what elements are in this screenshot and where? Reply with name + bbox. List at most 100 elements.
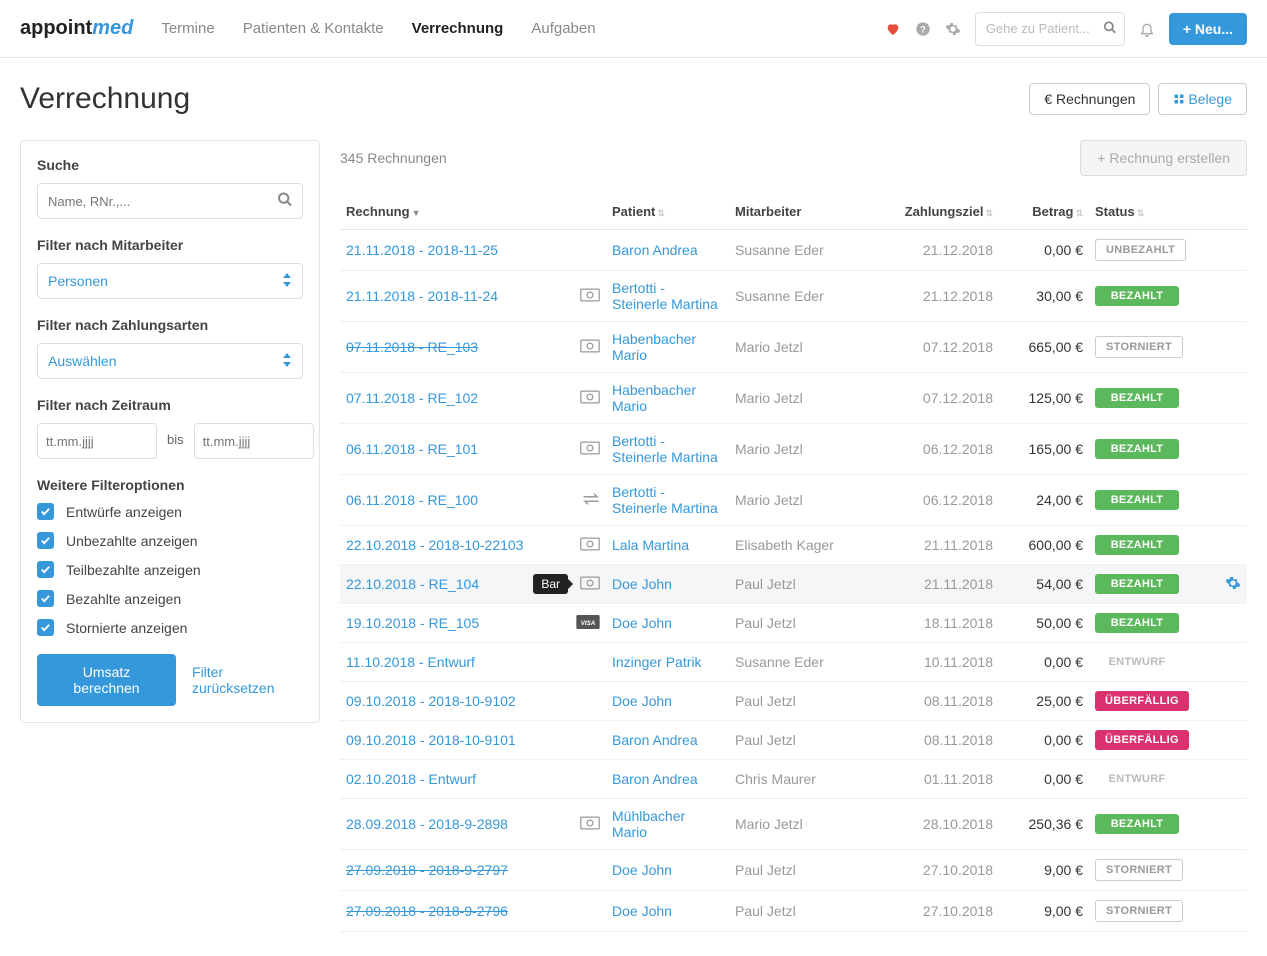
logo-part-a: appoint: [20, 17, 92, 39]
invoice-link[interactable]: 27.09.2018 - 2018-9-2796: [346, 903, 508, 919]
table-row[interactable]: 21.11.2018 - 2018-11-25 Baron Andrea Sus…: [340, 230, 1247, 271]
row-gear-icon[interactable]: [1225, 578, 1241, 594]
patient-link[interactable]: Doe John: [612, 862, 672, 878]
heart-icon[interactable]: [885, 21, 901, 37]
search-icon[interactable]: [277, 192, 293, 211]
nav-item[interactable]: Patienten & Kontakte: [243, 20, 384, 37]
nav-item[interactable]: Aufgaben: [531, 20, 595, 37]
checkbox[interactable]: [37, 532, 54, 549]
filter-search-input[interactable]: [37, 183, 303, 219]
invoice-link[interactable]: 02.10.2018 - Entwurf: [346, 771, 476, 787]
table-row[interactable]: 07.11.2018 - RE_102 Habenbacher Mario Ma…: [340, 373, 1247, 424]
table-row[interactable]: 28.09.2018 - 2018-9-2898 Mühlbacher Mari…: [340, 799, 1247, 850]
staff-name: Mario Jetzl: [735, 492, 803, 508]
logo[interactable]: appointmed: [20, 17, 133, 40]
amount: 50,00 €: [999, 604, 1089, 643]
checkbox[interactable]: [37, 619, 54, 636]
table-row[interactable]: 11.10.2018 - Entwurf Inzinger Patrik Sus…: [340, 643, 1247, 682]
invoice-table: Rechnung▼ Patient⇅ Mitarbeiter Zahlungsz…: [340, 194, 1247, 932]
checkbox[interactable]: [37, 590, 54, 607]
status-badge: BEZAHLT: [1095, 490, 1179, 510]
date-to-input[interactable]: [194, 423, 314, 459]
calculate-button[interactable]: Umsatz berechnen: [37, 654, 176, 706]
due-date: 07.12.2018: [923, 339, 993, 355]
status-badge: ENTWURF: [1095, 652, 1179, 672]
nav-item[interactable]: Termine: [161, 20, 214, 37]
patient-link[interactable]: Doe John: [612, 903, 672, 919]
main-nav: Termine Patienten & Kontakte Verrechnung Au…: [161, 20, 595, 37]
patient-link[interactable]: Baron Andrea: [612, 732, 698, 748]
table-row[interactable]: 09.10.2018 - 2018-10-9101 Baron Andrea P…: [340, 721, 1247, 760]
tab-invoices[interactable]: € Rechnungen: [1029, 83, 1150, 115]
nav-item[interactable]: Verrechnung: [412, 20, 504, 37]
invoice-link[interactable]: 06.11.2018 - RE_101: [346, 441, 478, 457]
staff-name: Paul Jetzl: [735, 862, 796, 878]
cash-icon: [580, 441, 600, 455]
amount: 0,00 €: [999, 643, 1089, 682]
th-mitarbeiter[interactable]: Mitarbeiter: [729, 194, 889, 230]
reset-filter-link[interactable]: Filter zurücksetzen: [192, 664, 303, 696]
invoice-link[interactable]: 22.10.2018 - 2018-10-22103: [346, 537, 523, 553]
patient-link[interactable]: Lala Martina: [612, 537, 689, 553]
patient-link[interactable]: Mühlbacher Mario: [612, 808, 685, 840]
bell-icon[interactable]: [1139, 21, 1155, 37]
invoice-link[interactable]: 09.10.2018 - 2018-10-9102: [346, 693, 516, 709]
table-row[interactable]: 06.11.2018 - RE_100 Bertotti - Steinerle…: [340, 475, 1247, 526]
due-date: 18.11.2018: [924, 615, 993, 631]
patient-link[interactable]: Habenbacher Mario: [612, 382, 696, 414]
tab-receipts[interactable]: Belege: [1158, 83, 1247, 115]
help-icon[interactable]: ?: [915, 21, 931, 37]
invoice-link[interactable]: 27.09.2018 - 2018-9-2797: [346, 862, 508, 878]
patient-link[interactable]: Bertotti - Steinerle Martina: [612, 433, 718, 465]
th-betrag[interactable]: Betrag⇅: [999, 194, 1089, 230]
th-rechnung[interactable]: Rechnung▼: [340, 194, 570, 230]
table-row[interactable]: 22.10.2018 - RE_104 Bar Doe John Paul Je…: [340, 565, 1247, 604]
status-badge: BEZAHLT: [1095, 814, 1179, 834]
patient-link[interactable]: Doe John: [612, 615, 672, 631]
patient-link[interactable]: Bertotti - Steinerle Martina: [612, 484, 718, 516]
invoice-link[interactable]: 21.11.2018 - 2018-11-24: [346, 288, 498, 304]
invoice-link[interactable]: 09.10.2018 - 2018-10-9101: [346, 732, 516, 748]
invoice-link[interactable]: 07.11.2018 - RE_102: [346, 390, 478, 406]
table-row[interactable]: 27.09.2018 - 2018-9-2796 Doe John Paul J…: [340, 891, 1247, 932]
table-row[interactable]: 27.09.2018 - 2018-9-2797 Doe John Paul J…: [340, 850, 1247, 891]
table-row[interactable]: 19.10.2018 - RE_105 VISA Doe John Paul J…: [340, 604, 1247, 643]
invoice-link[interactable]: 28.09.2018 - 2018-9-2898: [346, 816, 508, 832]
patient-link[interactable]: Doe John: [612, 693, 672, 709]
invoice-link[interactable]: 22.10.2018 - RE_104: [346, 576, 479, 592]
status-badge: BEZAHLT: [1095, 286, 1179, 306]
create-invoice-button[interactable]: + Rechnung erstellen: [1080, 140, 1247, 176]
gear-icon[interactable]: [945, 21, 961, 37]
patient-link[interactable]: Baron Andrea: [612, 242, 698, 258]
staff-name: Paul Jetzl: [735, 732, 796, 748]
th-patient[interactable]: Patient⇅: [606, 194, 729, 230]
patient-link[interactable]: Habenbacher Mario: [612, 331, 696, 363]
invoice-link[interactable]: 11.10.2018 - Entwurf: [346, 654, 475, 670]
table-row[interactable]: 09.10.2018 - 2018-10-9102 Doe John Paul …: [340, 682, 1247, 721]
table-row[interactable]: 06.11.2018 - RE_101 Bertotti - Steinerle…: [340, 424, 1247, 475]
patient-link[interactable]: Inzinger Patrik: [612, 654, 701, 670]
patient-link[interactable]: Bertotti - Steinerle Martina: [612, 280, 718, 312]
table-row[interactable]: 02.10.2018 - Entwurf Baron Andrea Chris …: [340, 760, 1247, 799]
search-icon[interactable]: [1103, 20, 1117, 37]
invoice-link[interactable]: 21.11.2018 - 2018-11-25: [346, 242, 498, 258]
status-badge: BEZAHLT: [1095, 613, 1179, 633]
paytype-select[interactable]: Auswählen: [37, 343, 303, 379]
patient-link[interactable]: Baron Andrea: [612, 771, 698, 787]
checkbox[interactable]: [37, 503, 54, 520]
status-badge: ÜBERFÄLLIG: [1095, 691, 1189, 711]
staff-select[interactable]: Personen: [37, 263, 303, 299]
table-row[interactable]: 07.11.2018 - RE_103 Habenbacher Mario Ma…: [340, 322, 1247, 373]
th-status[interactable]: Status⇅: [1089, 194, 1219, 230]
patient-link[interactable]: Doe John: [612, 576, 672, 592]
invoice-link[interactable]: 19.10.2018 - RE_105: [346, 615, 479, 631]
th-zahlungsziel[interactable]: Zahlungsziel⇅: [889, 194, 999, 230]
invoice-link[interactable]: 07.11.2018 - RE_103: [346, 339, 478, 355]
checkbox[interactable]: [37, 561, 54, 578]
table-row[interactable]: 21.11.2018 - 2018-11-24 Bertotti - Stein…: [340, 271, 1247, 322]
invoice-link[interactable]: 06.11.2018 - RE_100: [346, 492, 478, 508]
date-from-input[interactable]: [37, 423, 157, 459]
status-badge: STORNIERT: [1095, 859, 1183, 881]
table-row[interactable]: 22.10.2018 - 2018-10-22103 Lala Martina …: [340, 526, 1247, 565]
new-button[interactable]: + Neu...: [1169, 13, 1247, 45]
